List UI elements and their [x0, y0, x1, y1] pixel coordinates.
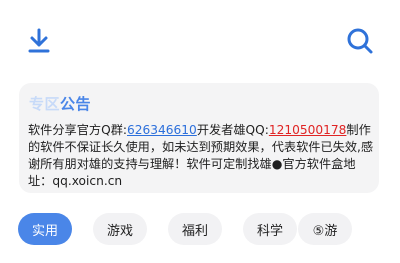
tab-science[interactable]: 科学: [243, 213, 297, 245]
category-tabs: 实用 游戏 福利 科学 ⑤游: [0, 213, 400, 247]
group-number-link[interactable]: 626346610: [127, 123, 197, 137]
top-bar: [0, 0, 400, 80]
tab-benefits[interactable]: 福利: [168, 213, 222, 245]
tab-practical[interactable]: 实用: [18, 213, 72, 245]
notice-card: 专区公告 软件分享官方Q群:626346610开发者雄QQ:1210500178…: [19, 83, 379, 193]
notice-text-group-label: 软件分享官方Q群:: [28, 123, 128, 137]
notice-title-faded: 专区: [29, 95, 61, 113]
tab-five-games[interactable]: ⑤游: [298, 213, 352, 245]
notice-title: 专区公告: [29, 93, 91, 114]
dev-qq-link[interactable]: 1210500178: [269, 123, 347, 137]
tab-games[interactable]: 游戏: [93, 213, 147, 245]
notice-title-text: 公告: [60, 95, 92, 113]
search-icon[interactable]: [346, 27, 374, 55]
notice-body: 软件分享官方Q群:626346610开发者雄QQ:1210500178制作的软件…: [28, 122, 378, 190]
notice-text-dev-label: 开发者雄QQ:: [196, 123, 269, 137]
download-arrow-icon[interactable]: [26, 27, 52, 55]
